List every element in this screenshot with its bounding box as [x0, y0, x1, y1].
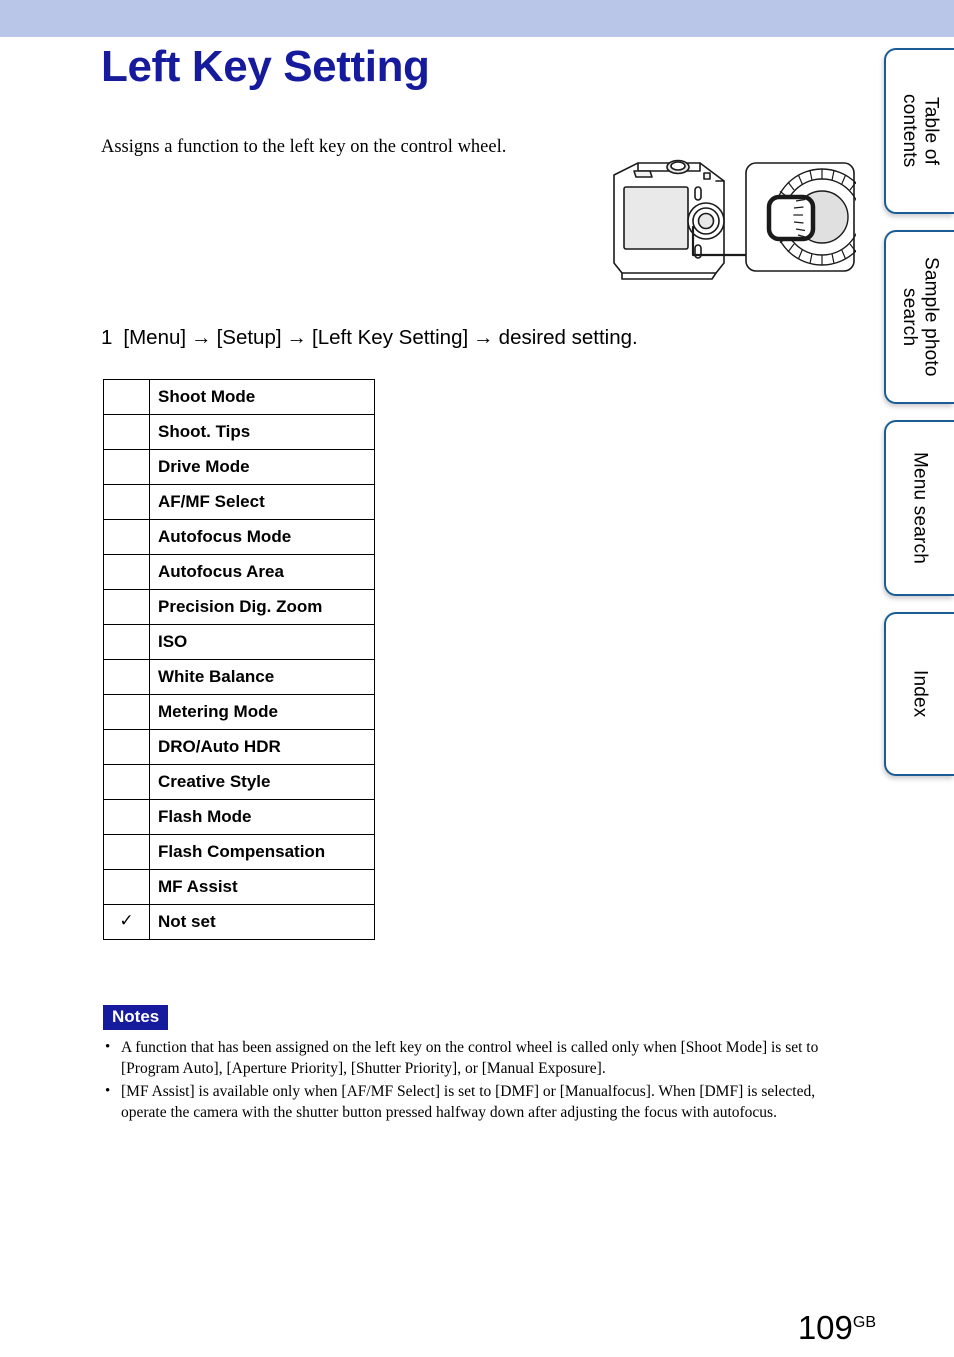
option-mark-cell	[103, 414, 150, 450]
table-row[interactable]: AF/MF Select	[103, 484, 375, 520]
table-row[interactable]: Precision Dig. Zoom	[103, 589, 375, 625]
option-label: Autofocus Mode	[149, 519, 375, 555]
sidebar-tab-label: Index	[909, 670, 931, 718]
selected-check-icon-cell: ✓	[103, 904, 150, 940]
arrow-icon: →	[473, 326, 494, 349]
option-mark-cell	[103, 624, 150, 660]
bullet-icon: •	[105, 1039, 111, 1055]
option-label: Drive Mode	[149, 449, 375, 485]
option-label: Metering Mode	[149, 694, 375, 730]
table-row[interactable]: Flash Mode	[103, 799, 375, 835]
note-item: • A function that has been assigned on th…	[103, 1037, 858, 1080]
sidebar-tab-menu-search[interactable]: Menu search	[884, 420, 954, 596]
option-label: Shoot. Tips	[149, 414, 375, 450]
arrow-icon: →	[286, 326, 308, 349]
table-row[interactable]: DRO/Auto HDR	[103, 729, 375, 765]
table-row[interactable]: Shoot. Tips	[103, 414, 375, 450]
step-instruction: 1 [Menu] → [Setup] → [Left Key Setting] → desir…	[101, 326, 638, 350]
arrow-icon: →	[191, 326, 212, 349]
option-mark-cell	[103, 659, 150, 695]
option-label: Shoot Mode	[149, 379, 375, 415]
table-row[interactable]: ✓ Not set	[103, 904, 375, 940]
option-label: DRO/Auto HDR	[149, 729, 375, 765]
check-icon: ✓	[119, 911, 134, 931]
option-mark-cell	[103, 869, 150, 905]
sidebar-tab-label: Menu search	[909, 451, 931, 565]
intro-description: Assigns a function to the left key on th…	[101, 137, 507, 157]
option-mark-cell	[103, 554, 150, 590]
table-row[interactable]: White Balance	[103, 659, 375, 695]
step-part-menu: [Menu]	[123, 326, 187, 349]
option-mark-cell	[103, 589, 150, 625]
table-row[interactable]: MF Assist	[103, 869, 375, 905]
notes-badge: Notes	[103, 1005, 169, 1030]
table-row[interactable]: Autofocus Area	[103, 554, 375, 590]
option-mark-cell	[103, 799, 150, 835]
step-part-setup: [Setup]	[216, 326, 282, 349]
option-label: White Balance	[149, 659, 375, 695]
option-mark-cell	[103, 729, 150, 765]
note-text: A function that has been assigned on the…	[121, 1039, 819, 1078]
note-item: • [MF Assist] is available only when [AF/…	[103, 1081, 858, 1124]
sidebar-tab-table-of-contents[interactable]: Table of contents	[884, 48, 954, 214]
page-content: Left Key Setting Assigns a function to t…	[0, 37, 880, 1357]
notes-list: • A function that has been assigned on th…	[103, 1037, 858, 1125]
bullet-icon: •	[105, 1082, 111, 1099]
sidebar-tab-label: Table of contents	[899, 94, 942, 168]
step-part-left-key-setting: [Left Key Setting]	[312, 326, 469, 349]
document-page: Left Key Setting Assigns a function to t…	[0, 0, 954, 1357]
option-label: Creative Style	[149, 764, 375, 800]
page-header-band	[0, 0, 954, 37]
option-label: Not set	[149, 904, 375, 940]
table-row[interactable]: ISO	[103, 624, 375, 660]
note-text: [MF Assist] is available only when [AF/M…	[121, 1082, 816, 1122]
option-label: Autofocus Area	[149, 554, 375, 590]
side-tab-navigation: Table of contents Sample photo search Menu…	[880, 0, 954, 1357]
page-title: Left Key Setting	[101, 42, 430, 91]
option-mark-cell	[103, 379, 150, 415]
sidebar-tab-label: Sample photo search	[899, 257, 942, 377]
option-label: MF Assist	[149, 869, 375, 905]
option-mark-cell	[103, 449, 150, 485]
option-mark-cell	[103, 519, 150, 555]
sidebar-tab-index[interactable]: Index	[884, 612, 954, 776]
table-row[interactable]: Creative Style	[103, 764, 375, 800]
page-number: 109GB	[0, 1309, 876, 1347]
option-label: Precision Dig. Zoom	[149, 589, 375, 625]
option-mark-cell	[103, 484, 150, 520]
step-number: 1	[101, 326, 113, 349]
left-key-options-table: Shoot Mode Shoot. Tips Drive Mode AF/MF Sel…	[103, 379, 375, 940]
option-label: Flash Mode	[149, 799, 375, 835]
step-part-desired-setting: desired setting.	[498, 326, 638, 349]
table-row[interactable]: Flash Compensation	[103, 834, 375, 870]
table-row[interactable]: Autofocus Mode	[103, 519, 375, 555]
table-row[interactable]: Metering Mode	[103, 694, 375, 730]
option-label: ISO	[149, 624, 375, 660]
page-number-suffix: GB	[852, 1314, 876, 1331]
table-row[interactable]: Shoot Mode	[103, 379, 375, 415]
option-label: Flash Compensation	[149, 834, 375, 870]
option-mark-cell	[103, 834, 150, 870]
option-label: AF/MF Select	[149, 484, 375, 520]
page-number-value: 109	[797, 1309, 853, 1346]
camera-rear-control-wheel-illustration	[604, 145, 871, 290]
option-mark-cell	[103, 694, 150, 730]
sidebar-tab-sample-photo-search[interactable]: Sample photo search	[884, 230, 954, 404]
table-row[interactable]: Drive Mode	[103, 449, 375, 485]
option-mark-cell	[103, 764, 150, 800]
